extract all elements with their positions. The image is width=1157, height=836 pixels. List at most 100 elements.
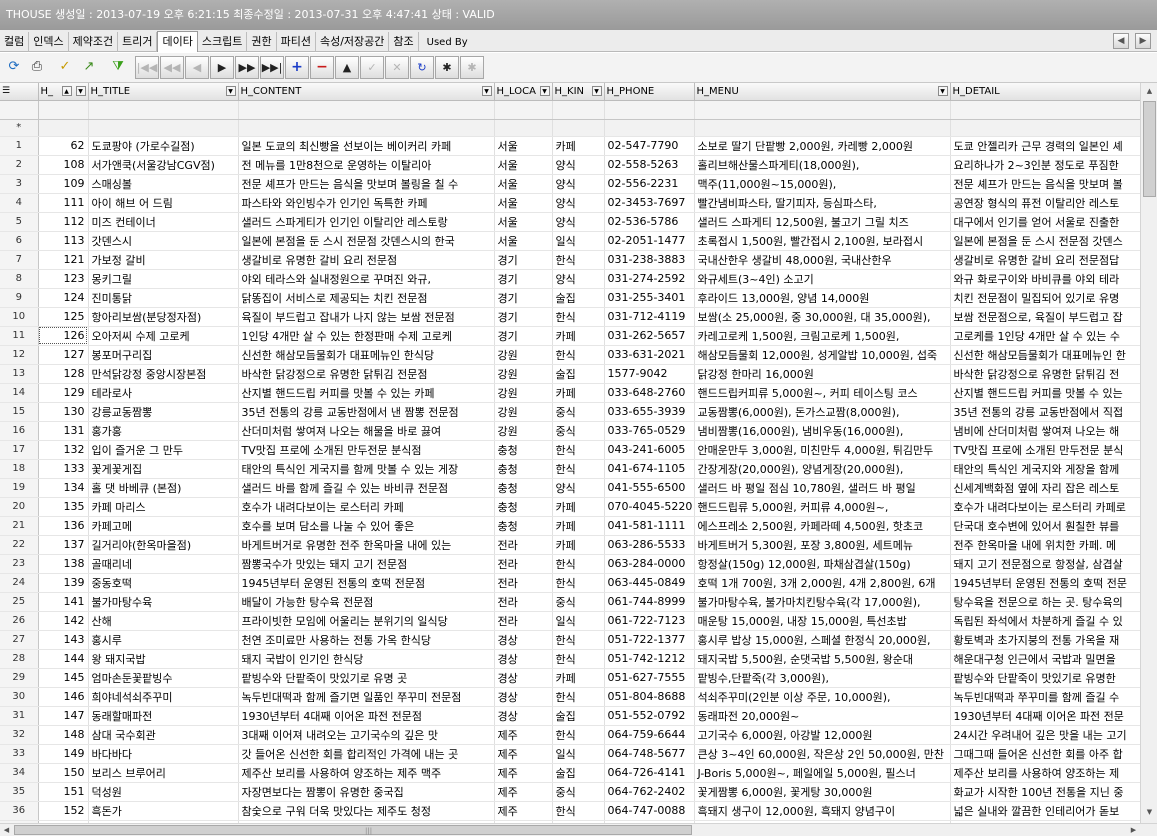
cell-title[interactable]: 중동호떡 bbox=[88, 573, 239, 593]
cell-content[interactable]: 일본 도쿄의 최신빵을 선보이는 베이커리 카페 bbox=[238, 136, 495, 156]
cell-title[interactable]: 엄마손둔꽃팥빙수 bbox=[88, 668, 239, 688]
cell-content[interactable]: 제주산 보리를 사용하여 양조하는 제주 맥주 bbox=[238, 763, 495, 783]
cell-id[interactable]: 145 bbox=[38, 668, 89, 688]
cell-title[interactable]: 꽃게꽃게집 bbox=[88, 459, 239, 479]
cell-content[interactable]: 신선한 해삼모듬물회가 대표메뉴인 한식당 bbox=[238, 345, 495, 365]
cell-kind[interactable]: 양식 bbox=[552, 212, 605, 232]
cell-id[interactable]: 147 bbox=[38, 706, 89, 726]
table-row[interactable]: 10 125 항아리보쌈(분당정자점) 육질이 부드럽고 잡내가 나지 않는 보쌈 전… bbox=[0, 307, 1140, 327]
cell-kind[interactable]: 중식 bbox=[552, 421, 605, 441]
cell-menu[interactable]: 바게트버거 5,300원, 포장 3,800원, 세트메뉴 bbox=[694, 535, 951, 555]
next-page-button[interactable]: ▶▶ bbox=[235, 56, 259, 79]
cell-id[interactable]: 132 bbox=[38, 440, 89, 460]
cell-phone[interactable]: 041-674-1105 bbox=[604, 459, 695, 479]
cell-kind[interactable]: 한식 bbox=[552, 573, 605, 593]
cell-content[interactable]: 자장면보다는 짬뽕이 유명한 중국집 bbox=[238, 782, 495, 802]
cell-phone[interactable]: 063-445-0849 bbox=[604, 573, 695, 593]
next-record-button[interactable]: ▶ bbox=[210, 56, 234, 79]
cell-id[interactable]: 124 bbox=[38, 288, 89, 308]
column-header-kind[interactable]: H_KIN ▼ bbox=[552, 83, 605, 101]
column-header-phone[interactable]: H_PHONE bbox=[604, 83, 695, 101]
cell-location[interactable]: 경상 bbox=[494, 630, 553, 650]
cell-title[interactable]: 봉포머구리집 bbox=[88, 345, 239, 365]
cell-location[interactable]: 서울 bbox=[494, 174, 553, 194]
table-row[interactable]: 21 136 카페고메 호수를 보며 담소를 나눌 수 있어 좋은 충청 카페 041-58… bbox=[0, 516, 1140, 536]
cell-menu[interactable]: 꽃게짬뽕 6,000원, 꽃게탕 30,000원 bbox=[694, 782, 951, 802]
cell-phone[interactable]: 041-555-6500 bbox=[604, 478, 695, 498]
cell-kind[interactable]: 술집 bbox=[552, 763, 605, 783]
cell-title[interactable]: 왕 돼지국밥 bbox=[88, 649, 239, 669]
cell-phone[interactable]: 051-804-8688 bbox=[604, 687, 695, 707]
refresh-data-button[interactable]: ↻ bbox=[410, 56, 434, 79]
cell-location[interactable]: 충청 bbox=[494, 440, 553, 460]
cell-title[interactable]: 동래할매파전 bbox=[88, 706, 239, 726]
tab-scroll-left-button[interactable]: ◀ bbox=[1113, 33, 1129, 49]
cell-content[interactable]: 전 메뉴를 1만8천으로 운영하는 이탈리아 bbox=[238, 155, 495, 175]
cell-content[interactable]: 일본에 본점을 둔 스시 전문점 갓덴스시의 한국 bbox=[238, 231, 495, 251]
cell-id[interactable]: 144 bbox=[38, 649, 89, 669]
cell-detail[interactable]: 제주산 보리를 사용하여 양조하는 제 bbox=[950, 763, 1140, 783]
cell-id[interactable]: 62 bbox=[38, 136, 89, 156]
cell-kind[interactable]: 한식 bbox=[552, 459, 605, 479]
cell-kind[interactable]: 한식 bbox=[552, 801, 605, 821]
cell-menu[interactable]: 흑돼지 생구이 12,000원, 흑돼지 양념구이 bbox=[694, 801, 951, 821]
tab-partitions[interactable]: 파티션 bbox=[277, 32, 316, 52]
cell-phone[interactable]: 063-286-5533 bbox=[604, 535, 695, 555]
column-header-content[interactable]: H_CONTENT ▼ bbox=[238, 83, 495, 101]
table-row[interactable]: 28 144 왕 돼지국밥 돼지 국밥이 인기인 한식당 경상 한식 051-742-121… bbox=[0, 649, 1140, 669]
cell-detail[interactable]: 독립된 좌석에서 차분하게 즐길 수 있 bbox=[950, 611, 1140, 631]
cell-phone[interactable]: 064-726-4141 bbox=[604, 763, 695, 783]
filter-cell[interactable] bbox=[694, 100, 951, 120]
cell-id[interactable]: 109 bbox=[38, 174, 89, 194]
cell-title[interactable]: 홍시루 bbox=[88, 630, 239, 650]
cell-id[interactable]: 142 bbox=[38, 611, 89, 631]
filter-cell[interactable] bbox=[494, 100, 553, 120]
cell-id[interactable]: 141 bbox=[38, 592, 89, 612]
cell-id[interactable]: 111 bbox=[38, 193, 89, 213]
cell-menu[interactable]: 냄비짬뽕(16,000원), 냄비우동(16,000원), bbox=[694, 421, 951, 441]
cell-title[interactable]: 골때리네 bbox=[88, 554, 239, 574]
cell-kind[interactable]: 술집 bbox=[552, 364, 605, 384]
column-header-location[interactable]: H_LOCA ▼ bbox=[494, 83, 553, 101]
cell-content[interactable]: 35년 전통의 강릉 교동반점에서 낸 짬뽕 전문점 bbox=[238, 402, 495, 422]
cell-title[interactable]: 서가앤쿡(서울강남CGV점) bbox=[88, 155, 239, 175]
filter-icon[interactable]: ⧩ bbox=[107, 56, 129, 78]
cell-detail[interactable]: 돼지 고기 전문점으로 항정살, 삼겹살 bbox=[950, 554, 1140, 574]
cell-detail[interactable]: 신세계백화점 옆에 자리 잡은 레스토 bbox=[950, 478, 1140, 498]
cell-phone[interactable]: 064-762-2402 bbox=[604, 782, 695, 802]
vertical-scrollbar[interactable]: ▲ ▼ bbox=[1140, 83, 1157, 823]
table-row[interactable]: 19 134 홀 댓 바베큐 (본점) 샐러드 바를 함께 즐길 수 있는 바비큐 전… bbox=[0, 478, 1140, 498]
cell-content[interactable]: 파스타와 와인빙수가 인기인 독특한 카페 bbox=[238, 193, 495, 213]
cell-phone[interactable]: 02-558-5263 bbox=[604, 155, 695, 175]
cell-content[interactable]: 생갈비로 유명한 갈비 요리 전문점 bbox=[238, 250, 495, 270]
insert-record-button[interactable]: + bbox=[285, 56, 309, 79]
cell-location[interactable]: 제주 bbox=[494, 744, 553, 764]
cell-location[interactable]: 전라 bbox=[494, 554, 553, 574]
tab-storage[interactable]: 속성/저장공간 bbox=[316, 32, 390, 52]
cell-detail[interactable]: 냄비에 산더미처럼 쌓여져 나오는 해 bbox=[950, 421, 1140, 441]
cell-id[interactable]: 126 bbox=[38, 326, 89, 346]
cell-phone[interactable]: 02-3453-7697 bbox=[604, 193, 695, 213]
cell-kind[interactable]: 양식 bbox=[552, 193, 605, 213]
cell-content[interactable]: 참숯으로 구워 더욱 맛있다는 제주도 청정 bbox=[238, 801, 495, 821]
filter-cell[interactable] bbox=[552, 100, 605, 120]
cell-phone[interactable]: 041-581-1111 bbox=[604, 516, 695, 536]
cell-menu[interactable]: J-Boris 5,000원~, 페일에일 5,000원, 필스너 bbox=[694, 763, 951, 783]
table-row[interactable]: 36 152 흑돈가 참숯으로 구워 더욱 맛있다는 제주도 청정 제주 한식 064-74… bbox=[0, 801, 1140, 821]
cell-menu[interactable]: 해삼모듬물회 12,000원, 성게알밥 10,000원, 섭죽 bbox=[694, 345, 951, 365]
cell-detail[interactable]: 공연장 형식의 퓨전 이탈리안 레스토 bbox=[950, 193, 1140, 213]
cell-content[interactable]: 짬뽕국수가 맛있는 돼지 고기 전문점 bbox=[238, 554, 495, 574]
cell-menu[interactable]: 팥빙수,단팥죽(각 3,000원), bbox=[694, 668, 951, 688]
cell-phone[interactable]: 1577-9042 bbox=[604, 364, 695, 384]
table-row[interactable]: 33 149 바다바다 갓 들어온 신선한 회를 합리적인 가격에 내는 곳 제주 일식 0… bbox=[0, 744, 1140, 764]
cell-menu[interactable]: 샐러드 바 평일 점심 10,780원, 샐러드 바 평일 bbox=[694, 478, 951, 498]
cell-id[interactable]: 148 bbox=[38, 725, 89, 745]
cell-phone[interactable]: 02-547-7790 bbox=[604, 136, 695, 156]
cell-location[interactable]: 서울 bbox=[494, 136, 553, 156]
cell-title[interactable]: 카페 마리스 bbox=[88, 497, 239, 517]
column-header-title[interactable]: H_TITLE ▼ bbox=[88, 83, 239, 101]
cell-id[interactable]: 151 bbox=[38, 782, 89, 802]
cell-menu[interactable]: 돼지국밥 5,500원, 순댓국밥 5,500원, 왕순대 bbox=[694, 649, 951, 669]
cell-menu[interactable]: 고기국수 6,000원, 아강발 12,000원 bbox=[694, 725, 951, 745]
cell-detail[interactable]: 팥빙수와 단팥죽이 맛있기로 유명한 bbox=[950, 668, 1140, 688]
